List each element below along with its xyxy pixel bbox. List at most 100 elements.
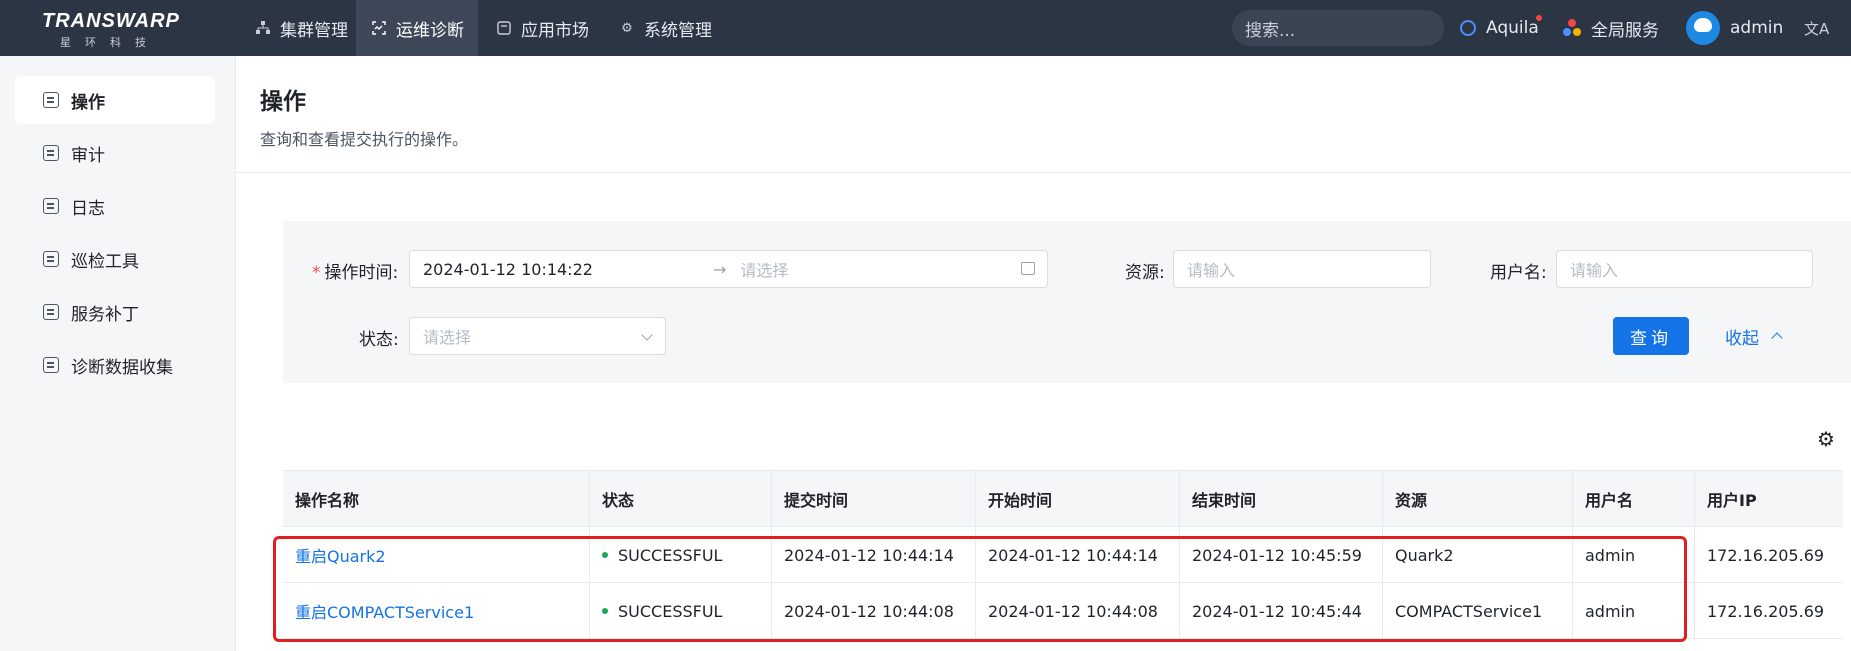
inspection-icon [43, 251, 59, 267]
table-row[interactable]: 重启COMPACTService1 SUCCESSFUL 2024-01-12 … [283, 583, 1843, 639]
user-cell: admin [1572, 583, 1694, 639]
column-header[interactable]: 提交时间 [771, 471, 975, 527]
global-service-label: 全局服务 [1591, 20, 1659, 41]
nav-item-label: 应用市场 [521, 20, 589, 41]
notification-dot [1534, 14, 1543, 22]
nav-item-cluster[interactable]: 集群管理 [240, 0, 362, 56]
brand-subtitle: 星环科技 [60, 36, 160, 49]
search-input[interactable]: 搜索... [1232, 10, 1444, 46]
submit-time-cell: 2024-01-12 10:44:08 [771, 583, 975, 639]
sidebar-item-audit[interactable]: 审计 [15, 129, 215, 177]
success-dot-icon [602, 608, 608, 614]
top-navigation-bar: TRANSWARP 星环科技 集群管理 运维诊断 应用市场 ⚙ 系统管理 搜索.… [0, 0, 1851, 56]
operation-name-link[interactable]: 重启COMPACTService1 [283, 583, 589, 639]
status-label: 状态: [359, 330, 399, 350]
ip-cell: 172.16.205.69 [1694, 527, 1843, 583]
collapse-button[interactable]: 收起 [1725, 317, 1783, 355]
end-time-cell: 2024-01-12 10:45:44 [1179, 583, 1382, 639]
sidebar-item-logs[interactable]: 日志 [15, 182, 215, 230]
resource-input[interactable]: 请输入 [1173, 250, 1431, 288]
time-label: * 操作时间: [312, 258, 398, 283]
collection-icon [43, 357, 59, 373]
sidebar-item-label: 日志 [71, 198, 105, 219]
column-header[interactable]: 操作名称 [283, 471, 589, 527]
user-menu[interactable]: admin [1686, 0, 1783, 56]
aquila-icon [1460, 20, 1476, 36]
username-placeholder: 请输入 [1570, 261, 1619, 280]
success-dot-icon [602, 552, 608, 558]
sidebar: 操作 审计 日志 巡检工具 服务补丁 诊断数据收集 [0, 56, 236, 651]
nav-item-label: 系统管理 [644, 20, 712, 41]
sidebar-item-diagnostic-collection[interactable]: 诊断数据收集 [15, 341, 215, 389]
search-placeholder: 搜索... [1245, 20, 1296, 41]
aquila-button[interactable]: Aquila [1460, 0, 1543, 56]
time-end-placeholder: 请选择 [740, 261, 789, 280]
diagnosis-icon [370, 19, 388, 37]
username-label: 用户名: [1490, 263, 1547, 283]
brand-name: TRANSWARP [42, 10, 180, 32]
status-select[interactable]: 请选择 [409, 317, 666, 355]
column-header[interactable]: 用户名 [1572, 471, 1694, 527]
page-description: 查询和查看提交执行的操作。 [260, 130, 469, 149]
sidebar-item-label: 诊断数据收集 [71, 357, 173, 378]
ip-cell: 172.16.205.69 [1694, 583, 1843, 639]
time-range-picker[interactable]: 2024-01-12 10:14:22 → 请选择 [409, 250, 1048, 288]
calendar-icon [1021, 262, 1035, 275]
status-cell: SUCCESSFUL [589, 583, 771, 639]
sidebar-item-label: 巡检工具 [71, 251, 139, 272]
resource-placeholder: 请输入 [1187, 261, 1236, 280]
app-market-icon [495, 19, 513, 37]
table-row[interactable]: 重启Quark2 SUCCESSFUL 2024-01-12 10:44:14 … [283, 527, 1843, 583]
username-label: admin [1730, 18, 1784, 38]
gear-icon: ⚙ [621, 20, 633, 36]
cluster-icon [254, 19, 272, 37]
sidebar-item-patch[interactable]: 服务补丁 [15, 288, 215, 336]
username-input[interactable]: 请输入 [1556, 250, 1813, 288]
nav-item-diagnosis[interactable]: 运维诊断 [356, 0, 478, 56]
column-header[interactable]: 资源 [1382, 471, 1572, 527]
nav-item-label: 运维诊断 [396, 20, 464, 41]
operations-table: 操作名称 状态 提交时间 开始时间 结束时间 资源 用户名 用户IP 重启Qua… [283, 470, 1843, 651]
chevron-down-icon [641, 329, 653, 341]
sidebar-item-label: 审计 [71, 145, 105, 166]
aquila-label: Aquila [1486, 18, 1539, 38]
required-mark: * [312, 263, 321, 283]
log-icon [43, 198, 59, 214]
time-label-text: 操作时间: [324, 263, 399, 283]
arrow-right-icon: → [713, 259, 727, 279]
resource-label: 资源: [1125, 263, 1165, 283]
nav-item-app-market[interactable]: 应用市场 [481, 0, 603, 56]
brand-logo[interactable]: TRANSWARP 星环科技 [38, 6, 198, 50]
column-header[interactable]: 状态 [589, 471, 771, 527]
time-start-value: 2024-01-12 10:14:22 [423, 259, 593, 279]
start-time-cell: 2024-01-12 10:44:08 [975, 583, 1179, 639]
resource-cell: Quark2 [1382, 527, 1572, 583]
avatar [1686, 11, 1720, 45]
column-header[interactable]: 结束时间 [1179, 471, 1382, 527]
sidebar-item-inspection[interactable]: 巡检工具 [15, 235, 215, 283]
nav-item-system[interactable]: ⚙ 系统管理 [604, 0, 726, 56]
table-header: 操作名称 状态 提交时间 开始时间 结束时间 资源 用户名 用户IP [283, 471, 1843, 527]
sidebar-item-label: 操作 [71, 92, 105, 113]
sidebar-item-operations[interactable]: 操作 [15, 76, 215, 124]
audit-icon [43, 145, 59, 161]
query-button[interactable]: 查询 [1613, 317, 1689, 355]
chevron-up-icon [1771, 332, 1783, 344]
end-time-cell: 2024-01-12 10:45:59 [1179, 527, 1382, 583]
table-settings-gear-icon[interactable]: ⚙ [1815, 427, 1837, 451]
operation-name-link[interactable]: 重启Quark2 [283, 527, 589, 583]
page-title: 操作 [260, 89, 306, 115]
operation-icon [43, 92, 59, 108]
language-icon[interactable]: 文A [1804, 0, 1829, 56]
start-time-cell: 2024-01-12 10:44:14 [975, 527, 1179, 583]
collapse-label: 收起 [1725, 328, 1759, 349]
global-service-button[interactable]: 全局服务 [1563, 0, 1659, 56]
filter-panel [283, 221, 1851, 383]
nav-item-label: 集群管理 [280, 20, 348, 41]
patch-icon [43, 304, 59, 320]
header-divider [236, 172, 1851, 173]
column-header[interactable]: 用户IP [1694, 471, 1843, 527]
status-cell: SUCCESSFUL [589, 527, 771, 583]
column-header[interactable]: 开始时间 [975, 471, 1179, 527]
user-cell: admin [1572, 527, 1694, 583]
